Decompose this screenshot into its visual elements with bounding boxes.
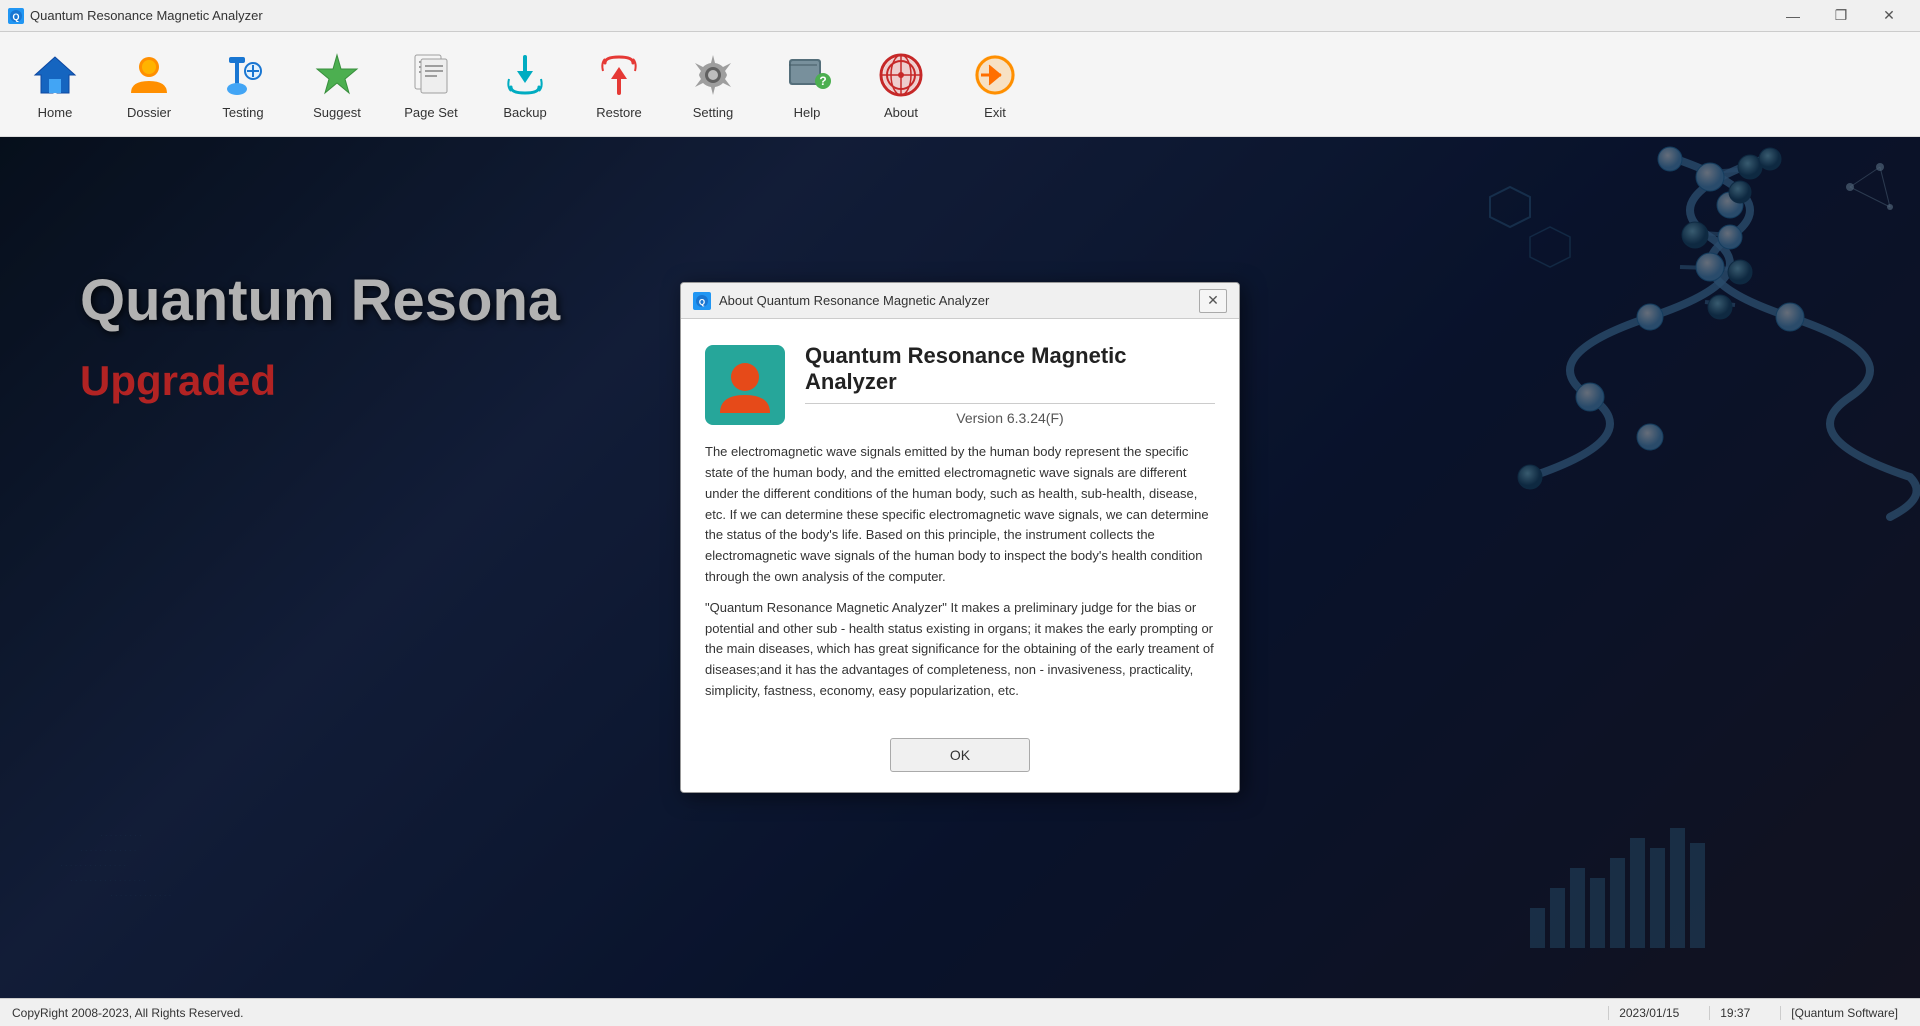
toolbar-item-dossier[interactable]: Dossier [104,37,194,132]
main-content: Quantum Resona Upgraded · · · · · · · · … [0,137,1920,998]
toolbar-item-exit[interactable]: Exit [950,37,1040,132]
toolbar-label-pageset: Page Set [404,105,458,120]
toolbar-label-backup: Backup [503,105,546,120]
toolbar-item-backup[interactable]: Backup [480,37,570,132]
backup-icon [499,49,551,101]
title-bar: Q Quantum Resonance Magnetic Analyzer — … [0,0,1920,32]
app-version: Version 6.3.24(F) [805,410,1215,426]
status-time: 19:37 [1709,1006,1760,1020]
modal-body: Quantum Resonance Magnetic Analyzer Vers… [681,319,1239,726]
ok-button[interactable]: OK [890,738,1030,772]
modal-app-icon: Q [693,292,711,310]
toolbar-item-home[interactable]: Home [10,37,100,132]
status-date: 2023/01/15 [1608,1006,1689,1020]
svg-text:?: ? [819,74,826,88]
toolbar-label-restore: Restore [596,105,642,120]
toolbar-label-exit: Exit [984,105,1006,120]
modal-header-row: Quantum Resonance Magnetic Analyzer Vers… [705,343,1215,426]
title-bar-controls: — ❐ ✕ [1770,2,1912,30]
toolbar-label-help: Help [794,105,821,120]
toolbar-label-about: About [884,105,918,120]
about-icon [875,49,927,101]
toolbar-label-dossier: Dossier [127,105,171,120]
modal-description-2: "Quantum Resonance Magnetic Analyzer" It… [705,598,1215,702]
modal-footer: OK [681,726,1239,792]
svg-text:Q: Q [12,12,19,22]
maximize-button[interactable]: ❐ [1818,2,1864,30]
modal-overlay: Q About Quantum Resonance Magnetic Analy… [0,137,1920,998]
help-icon: ? [781,49,833,101]
title-bar-left: Q Quantum Resonance Magnetic Analyzer [8,8,263,24]
home-icon [29,49,81,101]
close-button[interactable]: ✕ [1866,2,1912,30]
exit-icon [969,49,1021,101]
toolbar: Home Dossier Testing [0,32,1920,137]
divider [805,403,1215,404]
toolbar-item-help[interactable]: ? Help [762,37,852,132]
status-bar: CopyRight 2008-2023, All Rights Reserved… [0,998,1920,1026]
toolbar-label-setting: Setting [693,105,733,120]
toolbar-item-suggest[interactable]: Suggest [292,37,382,132]
status-software: [Quantum Software] [1780,1006,1908,1020]
setting-icon [687,49,739,101]
status-right: 2023/01/15 19:37 [Quantum Software] [1608,1006,1908,1020]
toolbar-item-testing[interactable]: Testing [198,37,288,132]
toolbar-label-home: Home [38,105,73,120]
dossier-icon [123,49,175,101]
status-copyright: CopyRight 2008-2023, All Rights Reserved… [12,1006,243,1020]
modal-titlebar: Q About Quantum Resonance Magnetic Analy… [681,283,1239,319]
toolbar-label-testing: Testing [222,105,263,120]
restore-icon [593,49,645,101]
modal-title-text: About Quantum Resonance Magnetic Analyze… [719,293,989,308]
modal-description-1: The electromagnetic wave signals emitted… [705,442,1215,588]
toolbar-item-restore[interactable]: Restore [574,37,664,132]
toolbar-item-pageset[interactable]: Page Set [386,37,476,132]
app-name: Quantum Resonance Magnetic Analyzer [805,343,1215,395]
suggest-icon [311,49,363,101]
toolbar-label-suggest: Suggest [313,105,361,120]
app-title: Quantum Resonance Magnetic Analyzer [30,8,263,23]
about-dialog: Q About Quantum Resonance Magnetic Analy… [680,282,1240,793]
toolbar-item-setting[interactable]: Setting [668,37,758,132]
svg-text:Q: Q [699,298,705,307]
minimize-button[interactable]: — [1770,2,1816,30]
modal-close-button[interactable]: ✕ [1199,289,1227,313]
toolbar-item-about[interactable]: About [856,37,946,132]
app-icon: Q [8,8,24,24]
modal-title-left: Q About Quantum Resonance Magnetic Analy… [693,292,989,310]
testing-icon [217,49,269,101]
app-avatar [705,345,785,425]
pageset-icon [405,49,457,101]
app-title-block: Quantum Resonance Magnetic Analyzer Vers… [805,343,1215,426]
